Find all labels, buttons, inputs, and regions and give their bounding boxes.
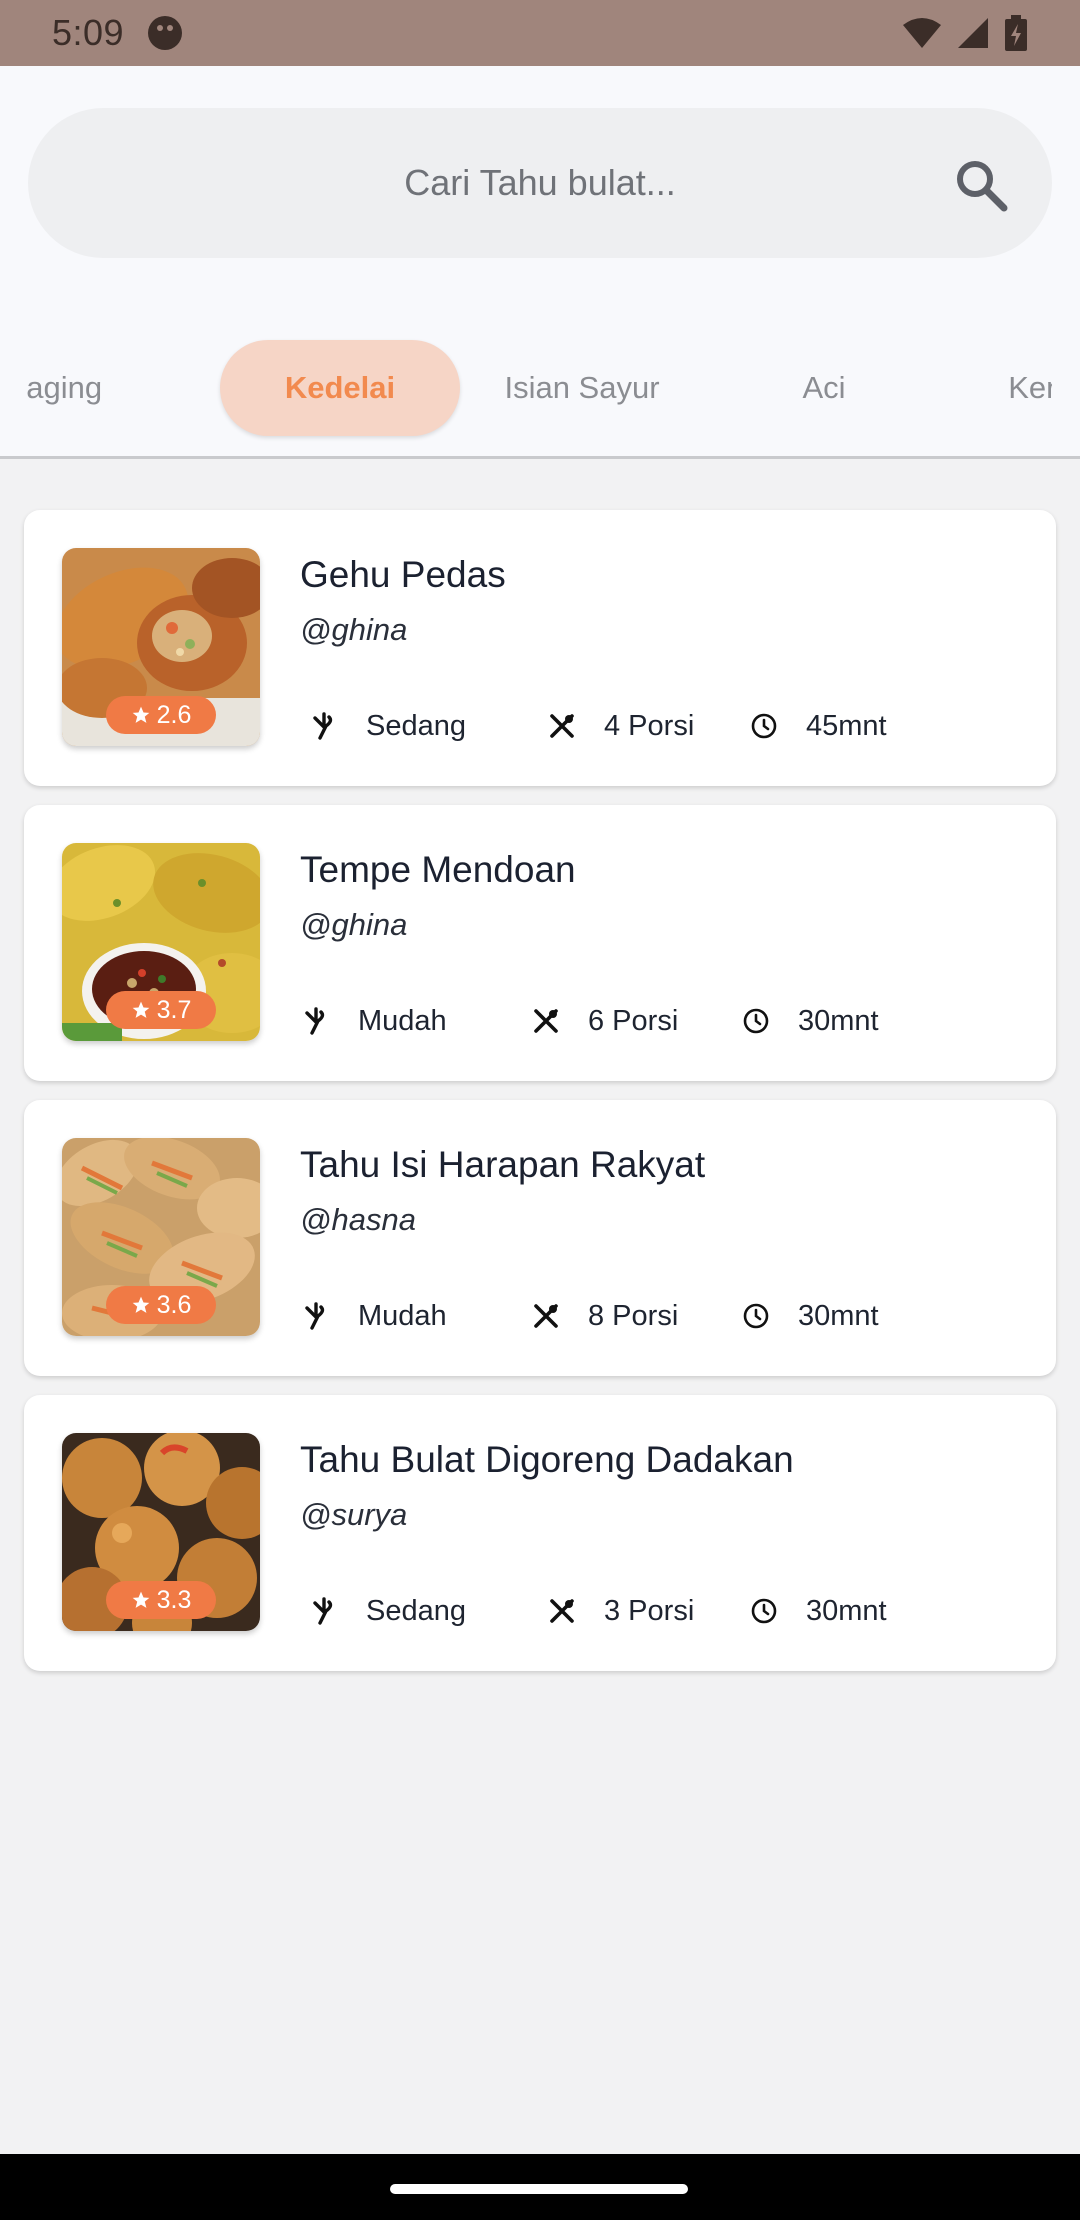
recipe-card[interactable]: 3.3 Tahu Bulat Digoreng Dadakan @surya S… bbox=[24, 1395, 1056, 1671]
time-info: 30mnt bbox=[742, 1296, 879, 1336]
rating-value: 2.6 bbox=[156, 700, 192, 729]
app-screen: 5:09 Isian Daging bbox=[0, 0, 1080, 2220]
recipe-card[interactable]: 3.7 Tempe Mendoan @ghina Mudah 6 Porsi 3… bbox=[24, 805, 1056, 1081]
recipe-author: @hasna bbox=[300, 1202, 416, 1237]
rating-badge: 3.7 bbox=[106, 991, 216, 1029]
recipe-title: Tahu Isi Harapan Rakyat bbox=[300, 1144, 706, 1185]
recipe-meta: Mudah 8 Porsi 30mnt bbox=[305, 1296, 1030, 1336]
clock-icon bbox=[751, 1598, 777, 1624]
portions-label: 3 Porsi bbox=[604, 1594, 695, 1627]
rating-badge: 2.6 bbox=[106, 696, 216, 734]
clock-icon bbox=[743, 1303, 769, 1329]
difficulty-label: Mudah bbox=[358, 1299, 447, 1332]
recipe-meta: Sedang 3 Porsi 30mnt bbox=[310, 1591, 1030, 1631]
portions-info: 8 Porsi bbox=[532, 1296, 678, 1336]
utensils-crossed-icon bbox=[550, 1599, 574, 1623]
recipe-image: 3.6 bbox=[62, 1138, 260, 1336]
recipe-title: Gehu Pedas bbox=[300, 554, 506, 595]
rating-value: 3.7 bbox=[156, 995, 192, 1024]
recipe-title: Tahu Bulat Digoreng Dadakan bbox=[300, 1439, 794, 1480]
star-icon bbox=[132, 1001, 149, 1018]
recipe-card[interactable]: 3.6 Tahu Isi Harapan Rakyat @hasna Mudah… bbox=[24, 1100, 1056, 1376]
time-label: 30mnt bbox=[798, 1299, 879, 1332]
chef-hat-icon bbox=[313, 1597, 333, 1625]
chef-hat-icon bbox=[313, 712, 333, 740]
time-info: 45mnt bbox=[750, 706, 887, 746]
star-icon bbox=[132, 1296, 149, 1313]
header-area: Isian Daging Kedelai Isian Sayur Aci Ken… bbox=[0, 66, 1080, 459]
cell-signal-icon bbox=[958, 18, 988, 48]
difficulty-label: Mudah bbox=[358, 1004, 447, 1037]
utensils-crossed-icon bbox=[534, 1009, 558, 1033]
recipe-author: @ghina bbox=[300, 907, 408, 942]
time-info: 30mnt bbox=[750, 1591, 887, 1631]
recipe-image: 3.3 bbox=[62, 1433, 260, 1631]
portions-info: 6 Porsi bbox=[532, 1001, 678, 1041]
recipe-image: 3.7 bbox=[62, 843, 260, 1041]
portions-label: 4 Porsi bbox=[604, 709, 695, 742]
portions-info: 3 Porsi bbox=[548, 1591, 694, 1631]
recipe-list: 2.6 Gehu Pedas @ghina Sedang 4 Porsi 45m… bbox=[24, 510, 1056, 1690]
tab-isian-sayur[interactable]: Isian Sayur bbox=[462, 340, 702, 436]
chef-hat-icon bbox=[305, 1302, 325, 1330]
tab-aci[interactable]: Aci bbox=[704, 340, 944, 436]
tab-isian-daging[interactable]: Isian Daging bbox=[26, 340, 136, 436]
portions-label: 6 Porsi bbox=[588, 1004, 679, 1037]
recipe-meta: Mudah 6 Porsi 30mnt bbox=[305, 1001, 1030, 1041]
status-bar: 5:09 bbox=[0, 0, 1080, 66]
time-label: 45mnt bbox=[806, 709, 887, 742]
rating-value: 3.3 bbox=[156, 1585, 192, 1614]
search-input[interactable] bbox=[240, 162, 840, 204]
battery-icon bbox=[1005, 15, 1027, 51]
time-label: 30mnt bbox=[798, 1004, 879, 1037]
rating-badge: 3.6 bbox=[106, 1286, 216, 1324]
star-icon bbox=[132, 706, 149, 723]
difficulty-info: Sedang bbox=[310, 706, 466, 746]
recipe-title: Tempe Mendoan bbox=[300, 849, 576, 890]
utensils-crossed-icon bbox=[534, 1304, 558, 1328]
difficulty-info: Mudah bbox=[302, 1296, 447, 1336]
clock-icon bbox=[751, 713, 777, 739]
chef-hat-icon bbox=[305, 1007, 325, 1035]
star-icon bbox=[132, 1591, 149, 1608]
clock-icon bbox=[743, 1008, 769, 1034]
recipe-author: @surya bbox=[300, 1497, 408, 1532]
search-icon[interactable] bbox=[954, 158, 1008, 212]
time-label: 30mnt bbox=[806, 1594, 887, 1627]
portions-info: 4 Porsi bbox=[548, 706, 694, 746]
difficulty-label: Sedang bbox=[366, 1594, 466, 1627]
system-nav-bar bbox=[0, 2154, 1080, 2220]
difficulty-label: Sedang bbox=[366, 709, 466, 742]
rating-value: 3.6 bbox=[156, 1290, 192, 1319]
notification-icon bbox=[148, 16, 183, 50]
difficulty-info: Sedang bbox=[310, 1591, 466, 1631]
time-info: 30mnt bbox=[742, 1001, 879, 1041]
header-divider bbox=[0, 456, 1080, 459]
status-icons bbox=[902, 15, 1028, 51]
recipe-author: @ghina bbox=[300, 612, 408, 647]
wifi-icon bbox=[903, 18, 941, 48]
search-bar[interactable] bbox=[28, 108, 1052, 258]
utensils-crossed-icon bbox=[550, 714, 574, 738]
difficulty-info: Mudah bbox=[302, 1001, 447, 1041]
home-gesture-handle[interactable] bbox=[390, 2184, 688, 2194]
rating-badge: 3.3 bbox=[106, 1581, 216, 1619]
recipe-card[interactable]: 2.6 Gehu Pedas @ghina Sedang 4 Porsi 45m… bbox=[24, 510, 1056, 786]
recipe-image: 2.6 bbox=[62, 548, 260, 746]
tab-kentang[interactable]: Kentang bbox=[946, 340, 1052, 436]
category-tabs: Isian Daging Kedelai Isian Sayur Aci Ken… bbox=[0, 336, 1080, 446]
portions-label: 8 Porsi bbox=[588, 1299, 679, 1332]
recipe-meta: Sedang 4 Porsi 45mnt bbox=[310, 706, 1030, 746]
category-tabs-scroller[interactable]: Isian Daging Kedelai Isian Sayur Aci Ken… bbox=[26, 336, 1052, 446]
tab-kedelai[interactable]: Kedelai bbox=[220, 340, 460, 436]
status-time: 5:09 bbox=[52, 12, 125, 53]
